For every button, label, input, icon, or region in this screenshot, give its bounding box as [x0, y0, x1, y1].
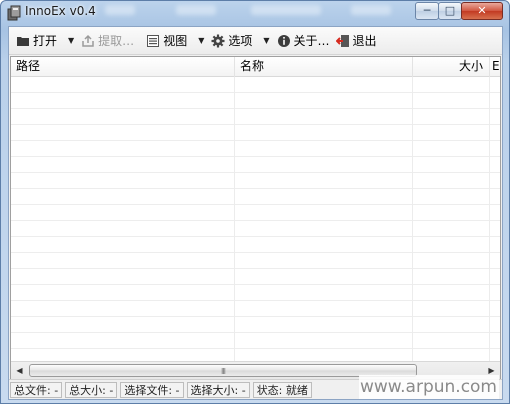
maximize-button[interactable]: □ — [438, 2, 462, 20]
column-label: 名称 — [240, 59, 265, 73]
extract-label: 提取… — [98, 34, 135, 48]
grip-icon: III — [220, 367, 226, 376]
column-label: E — [492, 59, 500, 73]
minimize-icon: ─ — [423, 4, 431, 17]
column-divider — [412, 77, 413, 361]
options-dropdown[interactable]: ▼ — [255, 30, 273, 52]
status-total-size: 总大小: - — [65, 381, 118, 398]
app-icon — [7, 5, 21, 21]
extract-icon — [82, 34, 94, 47]
view-button[interactable]: 视图 — [143, 30, 190, 52]
watermark: www.arpun.com — [359, 375, 499, 399]
client-area: 打开 ▼ 提取… 视图 ▼ 选项 ▼ 关于… 退出 路径 名称 大小 E ◀ I… — [8, 26, 503, 400]
toolbar: 打开 ▼ 提取… 视图 ▼ 选项 ▼ 关于… 退出 — [9, 27, 502, 55]
blurred-background — [176, 5, 216, 15]
blurred-background — [105, 5, 135, 15]
window-title: InnoEx v0.4 — [25, 4, 96, 18]
list-header: 路径 名称 大小 E — [11, 57, 500, 77]
exit-button[interactable]: 退出 — [333, 30, 380, 52]
extract-button[interactable]: 提取… — [78, 30, 137, 52]
view-icon — [147, 34, 160, 47]
column-label: 大小 — [458, 59, 483, 73]
column-divider — [234, 77, 235, 361]
open-dropdown[interactable]: ▼ — [60, 30, 78, 52]
dropdown-arrow-icon: ▼ — [68, 36, 75, 45]
about-button[interactable]: 关于… — [274, 30, 333, 52]
status-selected-files: 选择文件: - — [120, 381, 184, 398]
maximize-icon: □ — [444, 4, 456, 17]
folder-icon — [17, 36, 29, 46]
status-state: 状态: 就绪 — [252, 381, 312, 398]
open-button[interactable]: 打开 — [13, 30, 60, 52]
file-list[interactable]: 路径 名称 大小 E ◀ III ▶ — [10, 56, 501, 380]
blurred-background — [251, 5, 321, 15]
about-label: 关于… — [293, 34, 330, 48]
info-icon — [277, 34, 290, 47]
options-label: 选项 — [228, 34, 253, 48]
exit-icon — [335, 34, 349, 47]
column-header-extra[interactable]: E — [490, 57, 500, 77]
column-header-path[interactable]: 路径 — [11, 57, 235, 77]
view-dropdown[interactable]: ▼ — [190, 30, 208, 52]
options-button[interactable]: 选项 — [208, 30, 255, 52]
window-controls: ─ □ ✕ — [415, 2, 503, 20]
list-rows — [11, 77, 500, 361]
column-label: 路径 — [16, 59, 41, 73]
close-icon: ✕ — [477, 4, 487, 17]
gear-icon — [211, 34, 225, 47]
exit-label: 退出 — [352, 34, 377, 48]
app-window: InnoEx v0.4 ─ □ ✕ 打开 ▼ 提取… 视图 ▼ 选项 ▼ 关于…… — [0, 0, 510, 404]
column-divider — [489, 77, 490, 361]
dropdown-arrow-icon: ▼ — [198, 36, 205, 45]
open-label: 打开 — [33, 34, 58, 48]
blurred-background — [351, 5, 391, 15]
column-header-name[interactable]: 名称 — [235, 57, 413, 77]
minimize-button[interactable]: ─ — [415, 2, 439, 20]
title-bar[interactable]: InnoEx v0.4 ─ □ ✕ — [1, 1, 509, 25]
scroll-left-arrow[interactable]: ◀ — [11, 362, 28, 379]
view-label: 视图 — [163, 34, 188, 48]
status-selected-size: 选择大小: - — [186, 381, 250, 398]
status-total-files: 总文件: - — [10, 381, 63, 398]
close-button[interactable]: ✕ — [461, 2, 503, 20]
dropdown-arrow-icon: ▼ — [263, 36, 270, 45]
column-header-size[interactable]: 大小 — [413, 57, 490, 77]
